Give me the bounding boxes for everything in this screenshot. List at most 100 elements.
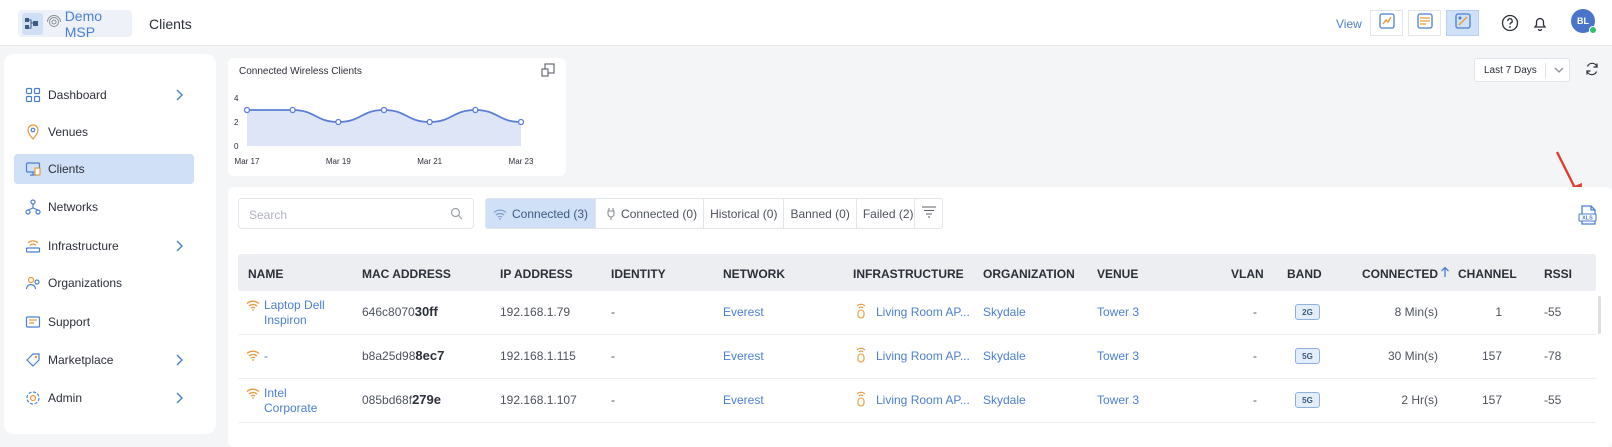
network-link[interactable]: Everest — [723, 393, 764, 407]
export-xls-button[interactable]: XLS — [1577, 204, 1599, 231]
chart-point[interactable] — [289, 106, 296, 114]
network-link[interactable]: Everest — [723, 305, 764, 319]
date-range-value: Last 7 Days — [1484, 64, 1537, 76]
client-name-line1[interactable]: - — [264, 349, 268, 363]
infrastructure-icon — [24, 237, 42, 255]
column-header-network[interactable]: NETWORK — [723, 267, 785, 281]
avatar[interactable]: BL — [1571, 9, 1597, 34]
network-link[interactable]: Everest — [723, 349, 764, 363]
organization-link[interactable]: Skydale — [983, 349, 1026, 363]
table-row[interactable]: Laptop Dell Inspiron 646c807030ff 192.168.1… — [238, 291, 1596, 335]
view-analytics-icon — [1378, 12, 1396, 35]
column-header-channel[interactable]: CHANNEL — [1458, 267, 1517, 281]
advanced-filter-button[interactable] — [914, 198, 943, 229]
channel: 157 — [1481, 349, 1502, 363]
table-row[interactable]: - b8a25d988ec7 192.168.1.115 - Everest Living… — [238, 335, 1596, 379]
vlan: - — [1253, 305, 1257, 319]
date-range-select[interactable]: Last 7 Days — [1474, 58, 1570, 82]
sidebar-item-venues[interactable]: Venues — [14, 117, 194, 147]
search-icon — [450, 207, 463, 223]
sidebar: Dashboard Venues Clients Networks Infras… — [4, 54, 216, 434]
vlan: - — [1253, 393, 1257, 407]
chart-point[interactable] — [335, 118, 342, 126]
brand-switcher[interactable]: Demo MSP — [18, 7, 132, 40]
organization-link[interactable]: Skydale — [983, 393, 1026, 407]
organizations-icon — [24, 274, 42, 292]
client-name-line1[interactable]: Laptop Dell — [264, 298, 325, 312]
chart-point[interactable] — [426, 118, 433, 126]
connected-duration: 30 Min(s) — [1387, 349, 1438, 363]
filter-connected-wired[interactable]: Connected (0) — [596, 199, 705, 228]
column-header-mac[interactable]: MAC ADDRESS — [362, 267, 451, 281]
mac-prefix: 646c8070 — [362, 305, 415, 319]
venue-link[interactable]: Tower 3 — [1097, 305, 1139, 319]
organization-link[interactable]: Skydale — [983, 305, 1026, 319]
sidebar-item-organizations[interactable]: Organizations — [14, 268, 194, 298]
search-input[interactable]: Search — [238, 198, 474, 229]
sidebar-item-label: Infrastructure — [48, 239, 119, 253]
venue-link[interactable]: Tower 3 — [1097, 349, 1139, 363]
filter-connected-wireless[interactable]: Connected (3) — [486, 199, 597, 228]
chevron-down-icon — [1553, 65, 1565, 78]
wifi-icon — [246, 299, 260, 314]
chart-point[interactable] — [517, 118, 525, 126]
column-header-identity[interactable]: IDENTITY — [611, 267, 666, 281]
rssi: -78 — [1544, 349, 1562, 363]
column-header-connected[interactable]: CONNECTED — [1362, 267, 1438, 281]
chart-point[interactable] — [243, 106, 251, 114]
sidebar-item-admin[interactable]: Admin — [14, 383, 194, 413]
column-header-vlan[interactable]: VLAN — [1231, 267, 1264, 281]
chart-point[interactable] — [472, 106, 479, 114]
table-row[interactable]: Intel Corporate 085bd68f279e 192.168.1.107 -… — [238, 379, 1596, 423]
sidebar-item-networks[interactable]: Networks — [14, 192, 194, 222]
wifi-icon — [246, 349, 260, 364]
column-header-venue[interactable]: VENUE — [1097, 267, 1138, 281]
sidebar-item-support[interactable]: Support — [14, 307, 194, 337]
client-name-line2[interactable]: Corporate — [264, 401, 317, 415]
sidebar-item-label: Marketplace — [48, 353, 114, 367]
filter-historical[interactable]: Historical (0) — [704, 199, 785, 228]
dashboard-icon — [24, 86, 42, 104]
location-pin-icon — [24, 123, 42, 141]
top-bar: Demo MSP Clients View BL — [0, 0, 1612, 46]
page-title: Clients — [149, 16, 192, 32]
bell-icon[interactable] — [1530, 13, 1550, 33]
client-name-line2[interactable]: Inspiron — [264, 313, 307, 327]
client-name-line1[interactable]: Intel — [264, 386, 287, 400]
sidebar-item-dashboard[interactable]: Dashboard — [14, 80, 194, 110]
support-icon — [24, 313, 42, 331]
y-tick-label: 4 — [234, 94, 239, 103]
filter-banned[interactable]: Banned (0) — [784, 199, 857, 228]
venue-link[interactable]: Tower 3 — [1097, 393, 1139, 407]
chart-point[interactable] — [380, 106, 388, 114]
sidebar-item-infrastructure[interactable]: Infrastructure — [14, 231, 194, 261]
mac-address: 085bd68f279e — [362, 392, 441, 407]
identity: - — [611, 393, 615, 407]
brand-name: Demo MSP — [64, 7, 103, 40]
networks-icon — [24, 198, 42, 216]
sidebar-item-label: Dashboard — [48, 88, 107, 102]
xls-export-icon: XLS — [1578, 205, 1597, 225]
column-header-name[interactable]: NAME — [248, 267, 283, 281]
column-header-infrastructure[interactable]: INFRASTRUCTURE — [853, 267, 964, 281]
column-header-organization[interactable]: ORGANIZATION — [983, 267, 1075, 281]
infrastructure-link[interactable]: Living Room AP... — [876, 305, 970, 319]
sidebar-item-marketplace[interactable]: Marketplace — [14, 345, 194, 375]
column-header-band[interactable]: BAND — [1287, 267, 1322, 281]
help-icon[interactable] — [1500, 13, 1520, 33]
infrastructure-link[interactable]: Living Room AP... — [876, 393, 970, 407]
column-header-ip[interactable]: IP ADDRESS — [500, 267, 573, 281]
column-header-rssi[interactable]: RSSI — [1544, 267, 1572, 281]
sort-up-arrow-icon[interactable] — [1440, 266, 1450, 281]
view-dashboard-button[interactable] — [1446, 10, 1479, 36]
table-scrollbar[interactable] — [1598, 296, 1601, 334]
view-map-button[interactable] — [1408, 10, 1441, 36]
sidebar-item-clients[interactable]: Clients — [14, 154, 194, 184]
filter-failed[interactable]: Failed (2) — [857, 199, 920, 228]
view-analytics-button[interactable] — [1370, 10, 1403, 36]
search-placeholder: Search — [249, 208, 288, 222]
sidebar-item-label: Admin — [48, 391, 83, 405]
refresh-icon[interactable] — [1585, 62, 1599, 81]
sidebar-item-label: Networks — [48, 200, 99, 214]
infrastructure-link[interactable]: Living Room AP... — [876, 349, 970, 363]
